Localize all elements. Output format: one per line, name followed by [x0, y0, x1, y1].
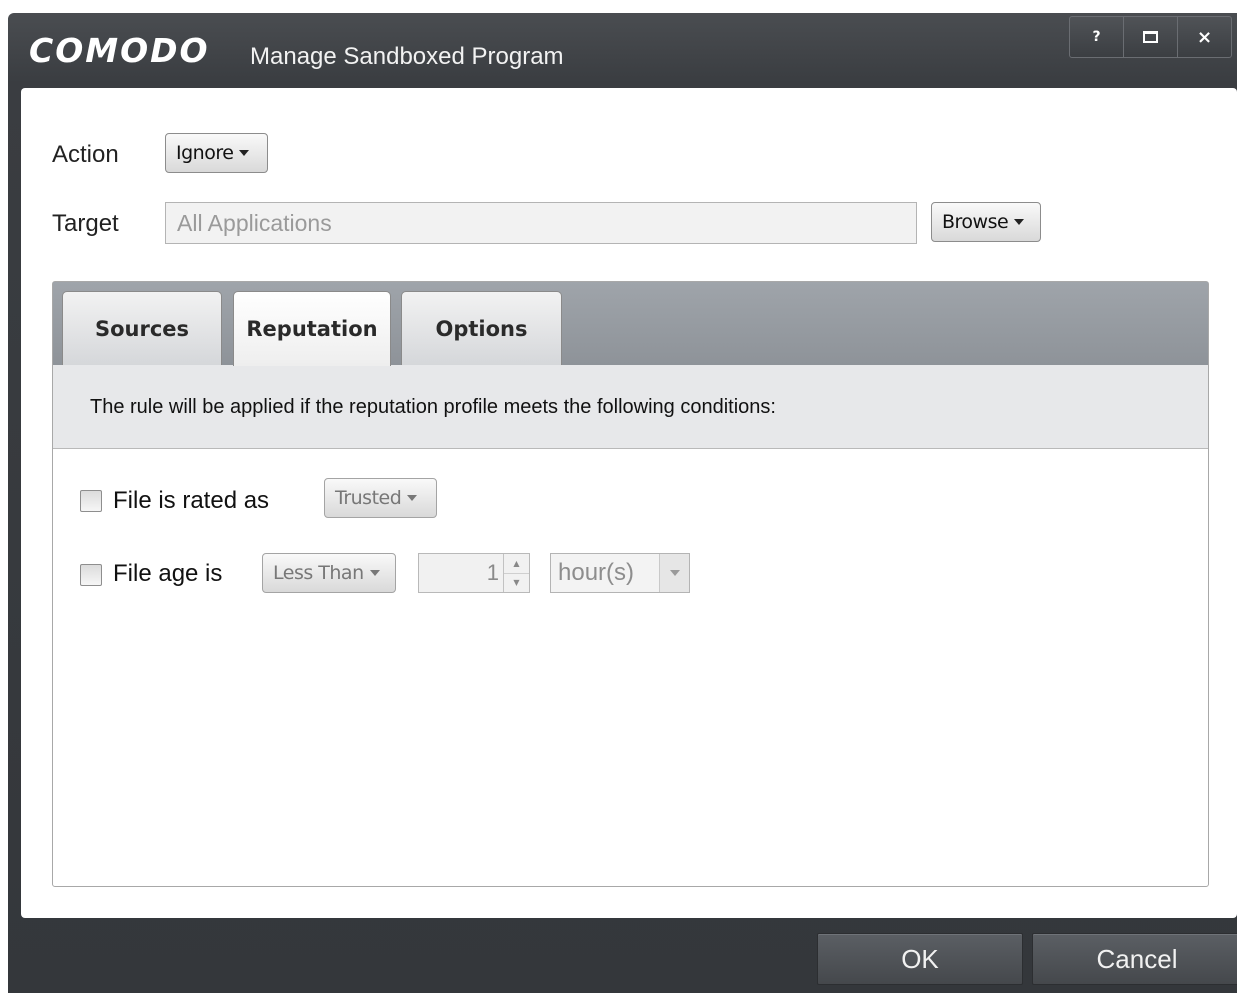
window-title: Manage Sandboxed Program — [250, 43, 564, 70]
file-age-checkbox[interactable] — [80, 564, 102, 586]
age-comparator-value: Less Than — [273, 562, 364, 584]
ok-button[interactable]: OK — [817, 933, 1023, 985]
tab-strip: Sources Reputation Options — [53, 282, 1208, 366]
age-amount-stepper[interactable]: 1 ▲ ▼ — [418, 553, 530, 593]
dialog-content: Action Ignore Target All Applications Br… — [21, 88, 1237, 918]
tab-reputation[interactable]: Reputation — [233, 291, 391, 366]
target-input[interactable]: All Applications — [165, 202, 917, 244]
target-label: Target — [52, 210, 119, 237]
chevron-down-icon[interactable]: ▼ — [504, 574, 529, 593]
age-unit-dropdown[interactable]: hour(s) — [550, 553, 690, 593]
rating-dropdown[interactable]: Trusted — [324, 478, 437, 518]
close-icon: × — [1196, 26, 1213, 48]
help-icon: ? — [1092, 29, 1101, 45]
chevron-down-icon — [669, 570, 680, 576]
dialog-window: COMODO Manage Sandboxed Program ? × Acti… — [8, 13, 1237, 993]
rule-tabs-panel: Sources Reputation Options The rule will… — [52, 281, 1209, 887]
maximize-icon — [1143, 31, 1158, 43]
cancel-button[interactable]: Cancel — [1032, 933, 1237, 985]
file-rated-label: File is rated as — [113, 487, 270, 514]
browse-button[interactable]: Browse — [931, 202, 1041, 242]
stepper-arrows: ▲ ▼ — [503, 554, 529, 592]
chevron-down-icon — [369, 570, 380, 576]
close-button[interactable]: × — [1178, 17, 1231, 57]
age-comparator-dropdown[interactable]: Less Than — [262, 553, 396, 593]
tab-options[interactable]: Options — [401, 291, 562, 365]
chevron-down-icon — [1014, 219, 1025, 225]
dropdown-button[interactable] — [659, 554, 689, 592]
reputation-description: The rule will be applied if the reputati… — [53, 365, 1208, 449]
help-button[interactable]: ? — [1070, 17, 1124, 57]
maximize-button[interactable] — [1124, 17, 1178, 57]
window-controls: ? × — [1069, 16, 1232, 58]
action-label: Action — [52, 141, 119, 168]
chevron-down-icon — [407, 495, 418, 501]
browse-label: Browse — [942, 211, 1009, 233]
action-value: Ignore — [176, 142, 234, 164]
age-amount-value: 1 — [486, 560, 499, 585]
title-bar: COMODO Manage Sandboxed Program ? × — [8, 13, 1237, 88]
file-rated-checkbox[interactable] — [80, 490, 102, 512]
rating-value: Trusted — [335, 487, 402, 509]
file-age-label: File age is — [113, 560, 223, 587]
comodo-logo: COMODO — [29, 31, 210, 70]
chevron-down-icon — [239, 150, 250, 156]
action-dropdown[interactable]: Ignore — [165, 133, 268, 173]
tab-sources[interactable]: Sources — [62, 291, 222, 365]
chevron-up-icon[interactable]: ▲ — [504, 554, 529, 574]
age-unit-value: hour(s) — [558, 559, 635, 586]
